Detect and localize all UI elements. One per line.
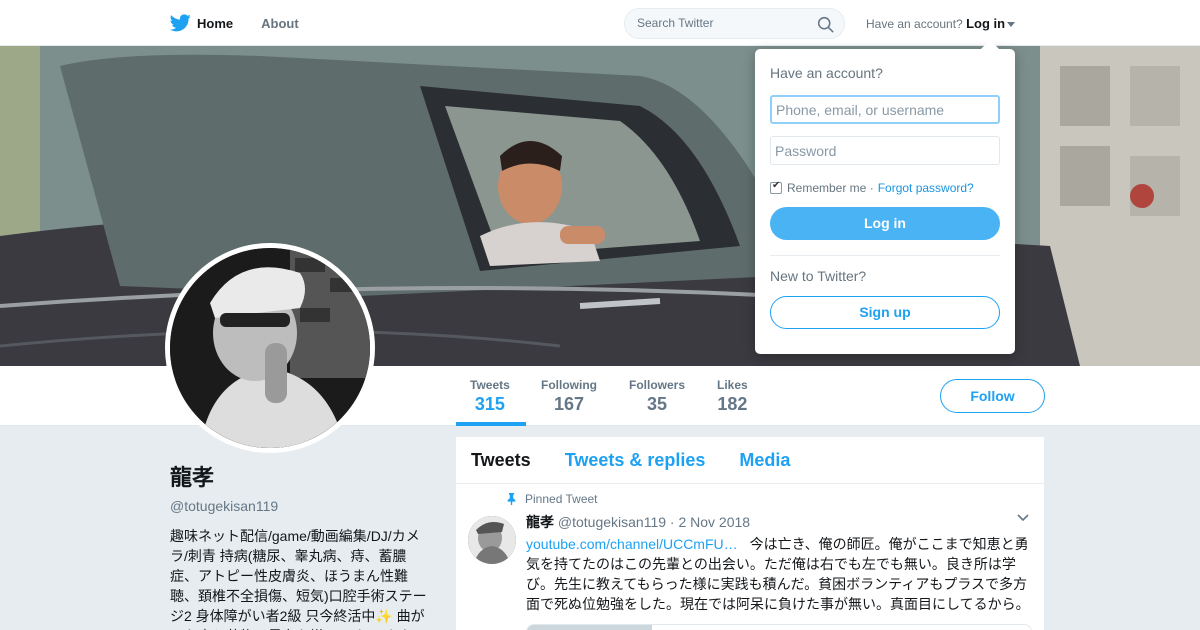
tab-media[interactable]: Media xyxy=(739,450,790,471)
tweet-card-thumbnail xyxy=(527,625,652,630)
login-button[interactable]: Log in xyxy=(770,207,1000,240)
nav-home-label: Home xyxy=(197,15,234,31)
tab-tweets-replies[interactable]: Tweets & replies xyxy=(565,450,706,471)
new-to-twitter-label: New to Twitter? xyxy=(770,268,867,284)
profile-sidebar: 龍孝 @totugekisan119 趣味ネット配信/game/動画編集/DJ/… xyxy=(170,460,432,630)
profile-name[interactable]: 龍孝 xyxy=(170,460,432,492)
profile-bio: 趣味ネット配信/game/動画編集/DJ/カメラ/刺青 持病(糖尿、睾丸病、痔、… xyxy=(170,528,427,630)
remember-me-checkbox[interactable] xyxy=(770,180,782,194)
caret-down-icon[interactable] xyxy=(1007,22,1016,28)
tweet-date[interactable]: · 2 Nov 2018 xyxy=(670,514,750,530)
stat-following[interactable]: Following 167 xyxy=(541,378,597,415)
stat-tweets-label: Tweets xyxy=(470,378,510,392)
tweet-text: youtube.com/channel/UCCmFU… 今は亡き、俺の師匠。俺がこ… xyxy=(526,534,1034,614)
pinned-tweet[interactable]: Pinned Tweet 龍孝 @totugekisan119 · 2 Nov … xyxy=(456,484,1044,630)
top-navigation-bar: Home About Search Twitter Have an accoun… xyxy=(0,0,1200,46)
tweet-link-card[interactable] xyxy=(526,624,1032,630)
tweet-author-name[interactable]: 龍孝 xyxy=(526,514,554,530)
avatar-photo xyxy=(170,248,370,448)
account-menu[interactable]: Have an account? Log in xyxy=(866,16,1016,31)
nav-left: Home About xyxy=(170,0,327,46)
follow-button[interactable]: Follow xyxy=(940,379,1045,413)
remember-me-row: Remember me · Forgot password? xyxy=(770,180,1000,195)
account-prompt: Have an account? xyxy=(866,17,963,31)
stat-followers-label: Followers xyxy=(629,378,686,392)
signup-button[interactable]: Sign up xyxy=(770,296,1000,329)
stat-tweets-value: 315 xyxy=(474,394,505,414)
forgot-password-link[interactable]: Forgot password? xyxy=(878,181,974,195)
tweet-author-handle[interactable]: @totugekisan119 xyxy=(558,514,666,530)
stat-tweets[interactable]: Tweets 315 xyxy=(470,378,510,415)
login-dropdown-title: Have an account? xyxy=(770,65,883,81)
chevron-down-icon[interactable] xyxy=(1017,514,1029,522)
active-stat-indicator xyxy=(456,422,526,426)
nav-about-label: About xyxy=(261,15,299,31)
tab-tweets[interactable]: Tweets xyxy=(471,450,531,471)
stat-likes-value: 182 xyxy=(717,394,748,414)
tweet-link[interactable]: youtube.com/channel/UCCmFU… xyxy=(526,536,738,552)
twitter-bird-icon xyxy=(170,14,191,32)
timeline: Tweets Tweets & replies Media Pinned Twe… xyxy=(456,437,1044,630)
profile-avatar[interactable] xyxy=(165,243,375,453)
pinned-label: Pinned Tweet xyxy=(525,492,598,506)
pin-icon xyxy=(507,493,516,505)
remember-me-label[interactable]: Remember me · xyxy=(787,181,874,195)
stat-likes-label: Likes xyxy=(717,378,748,392)
username-input[interactable] xyxy=(770,95,1000,124)
dropdown-divider xyxy=(770,255,1000,256)
stat-likes[interactable]: Likes 182 xyxy=(717,378,748,415)
login-dropdown: Have an account? Remember me · Forgot pa… xyxy=(755,40,1015,354)
timeline-tabs: Tweets Tweets & replies Media xyxy=(456,437,1044,484)
profile-handle[interactable]: @totugekisan119 xyxy=(170,498,432,514)
tweet-avatar-photo xyxy=(468,516,516,564)
stat-followers-value: 35 xyxy=(646,394,668,414)
search-icon[interactable] xyxy=(817,16,834,33)
password-input[interactable] xyxy=(770,136,1000,165)
search-placeholder: Search Twitter xyxy=(637,16,714,30)
pinned-indicator: Pinned Tweet xyxy=(507,492,1029,506)
stat-followers[interactable]: Followers 35 xyxy=(629,378,685,415)
stat-following-value: 167 xyxy=(553,394,585,414)
stat-following-label: Following xyxy=(541,378,597,392)
nav-home-link[interactable]: Home xyxy=(170,14,233,32)
tweet-header: 龍孝 @totugekisan119 · 2 Nov 2018 xyxy=(526,512,1029,532)
login-menu-toggle[interactable]: Log in xyxy=(966,16,1005,31)
tweet-avatar[interactable] xyxy=(468,516,516,564)
nav-about-link[interactable]: About xyxy=(261,16,299,31)
search-input[interactable]: Search Twitter xyxy=(624,8,845,39)
